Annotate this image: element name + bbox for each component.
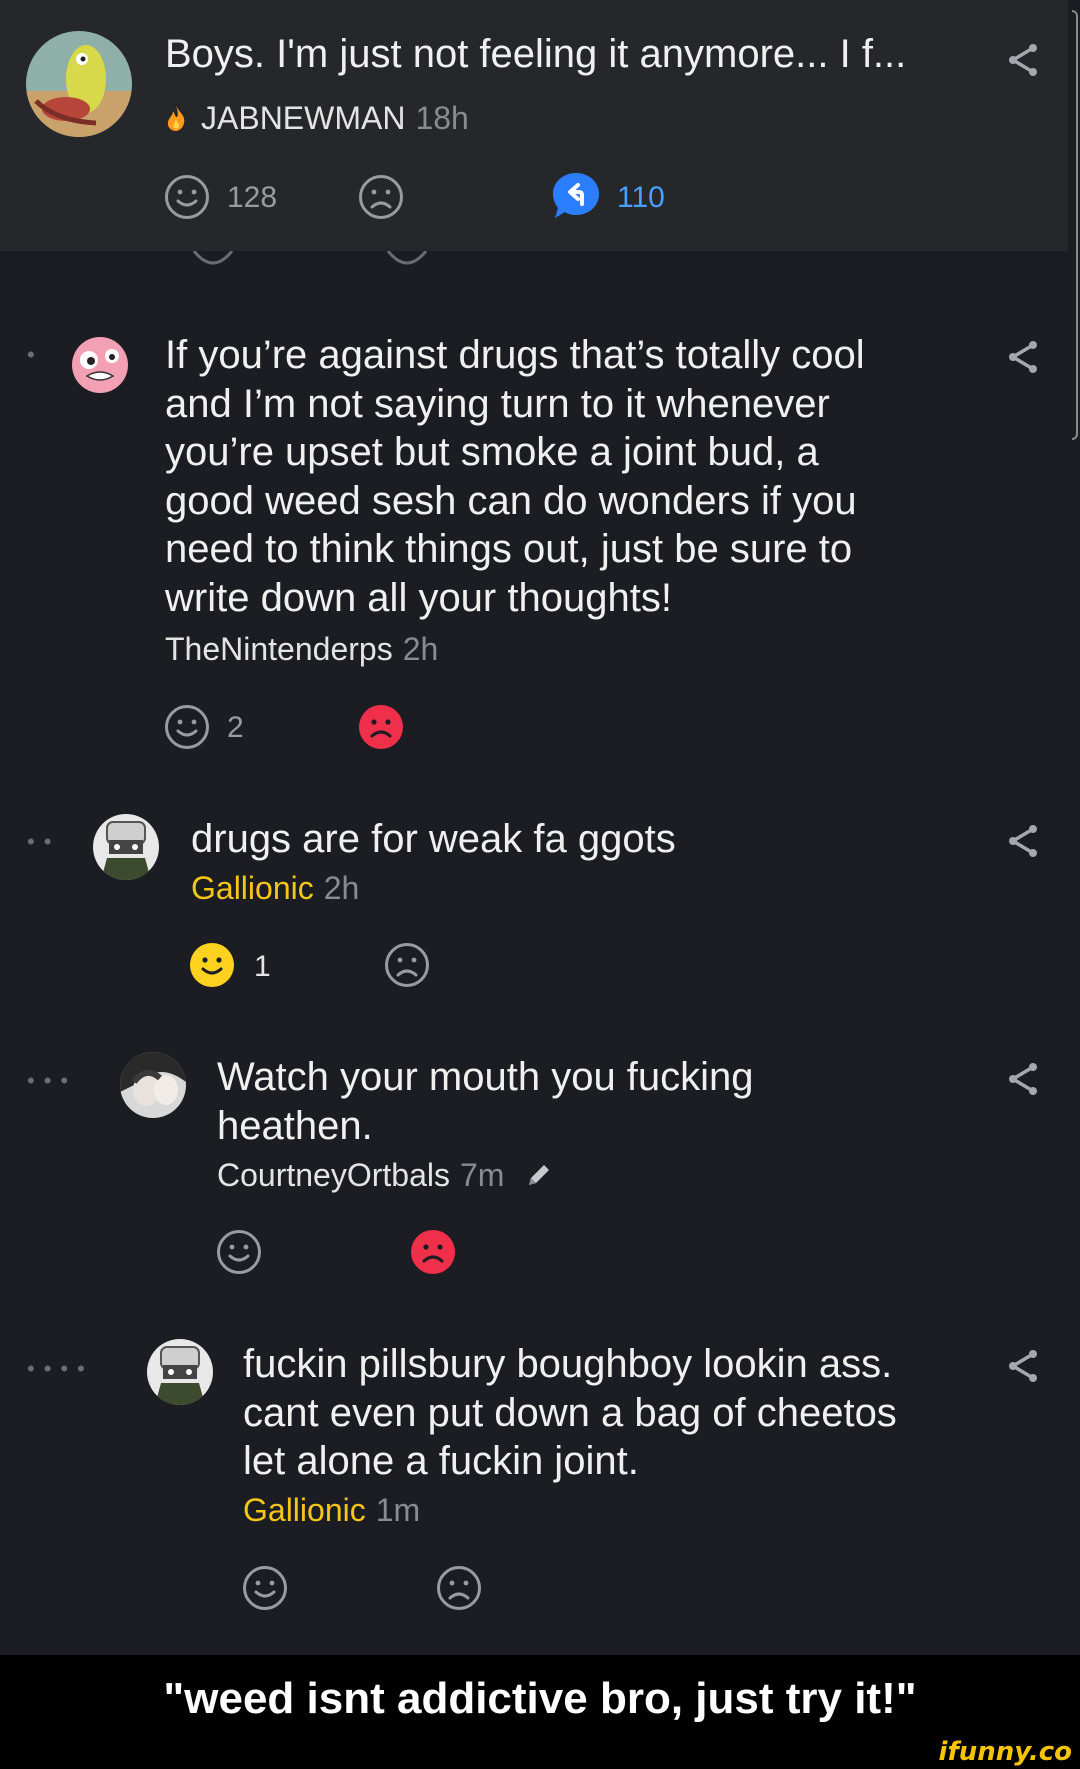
thread-depth-dots: •: [27, 342, 44, 367]
thread-depth-dots: ••: [27, 829, 61, 854]
comment-meta: TheNintenderps 2h: [165, 631, 438, 668]
hidden-smile-icon: [192, 251, 234, 265]
edit-pencil-icon: [529, 1165, 550, 1185]
meme-caption: "weed isnt addictive bro, just try it!": [163, 1674, 917, 1723]
smile-active-icon[interactable]: [189, 942, 235, 988]
share-icon[interactable]: [1006, 42, 1040, 78]
comment-time: 2h: [402, 631, 439, 667]
post-smile-count: 128: [227, 181, 278, 214]
fire-icon: [167, 105, 185, 131]
comment-line: Watch your mouth you fucking: [217, 1055, 754, 1099]
post-title[interactable]: Boys. I'm just not feeling it anymore...…: [165, 32, 906, 77]
post-meta: JABNEWMAN 18h: [165, 100, 469, 137]
post-author-avatar[interactable]: [26, 31, 132, 137]
smile-icon[interactable]: [164, 704, 210, 750]
comment-line: write down all your thoughts!: [165, 575, 672, 620]
comment-author[interactable]: CourtneyOrtbals: [217, 1157, 450, 1193]
comment-line: and I’m not saying turn to it whenever: [165, 381, 830, 426]
comment-text: fuckin pillsbury boughboy lookin ass. ca…: [243, 1340, 897, 1486]
smile-icon[interactable]: [164, 174, 210, 220]
comment-text: drugs are for weak fa ggots: [191, 815, 676, 864]
comment-author[interactable]: Gallionic: [243, 1492, 366, 1528]
scrollbar[interactable]: [1068, 0, 1080, 440]
frown-active-icon[interactable]: [358, 704, 404, 750]
share-icon[interactable]: [1006, 1061, 1040, 1097]
share-icon[interactable]: [1006, 1348, 1040, 1384]
comment-author[interactable]: Gallionic: [191, 870, 314, 906]
comment-meta: Gallionic 2h: [191, 870, 359, 907]
post-time: 18h: [415, 100, 469, 136]
watermark: ifunny.co: [938, 1737, 1072, 1767]
comment-text: Watch your mouth you fucking heathen.: [217, 1053, 754, 1150]
comment-line: you’re upset but smoke a joint bud, a: [165, 430, 819, 474]
comment-line: let alone a fuckin joint.: [243, 1439, 639, 1483]
comment-time: 1m: [375, 1492, 421, 1528]
scrollbar-thumb[interactable]: [1072, 10, 1078, 440]
comment-line: drugs are for weak fa ggots: [191, 817, 676, 861]
smile-icon[interactable]: [216, 1229, 262, 1275]
frown-icon[interactable]: [384, 942, 430, 988]
comment-avatar[interactable]: [67, 330, 133, 396]
comment-avatar[interactable]: [93, 814, 159, 880]
post-author[interactable]: JABNEWMAN: [201, 100, 405, 136]
comment-smile-count: 2: [227, 711, 244, 744]
comment-time: 2h: [323, 870, 360, 906]
comment-text: If you’re against drugs that’s totally c…: [165, 331, 865, 622]
frown-icon[interactable]: [358, 174, 404, 220]
comment-avatar[interactable]: [120, 1052, 186, 1118]
frown-active-icon[interactable]: [410, 1229, 456, 1275]
comment-time: 7m: [459, 1157, 505, 1193]
share-icon[interactable]: [1006, 339, 1040, 375]
thread-depth-dots: ••••: [27, 1356, 94, 1381]
comment-meta: CourtneyOrtbals 7m: [217, 1157, 553, 1194]
comment-meta: Gallionic 1m: [243, 1492, 420, 1529]
comment-author[interactable]: TheNintenderps: [165, 631, 393, 667]
comment-line: cant even put down a bag of cheetos: [243, 1390, 897, 1435]
comment-line: If you’re against drugs that’s totally c…: [165, 333, 865, 377]
frown-icon[interactable]: [436, 1565, 482, 1611]
smile-icon[interactable]: [242, 1565, 288, 1611]
comment-line: good weed sesh can do wonders if you: [165, 478, 857, 523]
comment-avatar[interactable]: [147, 1339, 213, 1405]
comment-line: heathen.: [217, 1103, 373, 1148]
comment-line: need to think things out, just be sure t…: [165, 527, 853, 571]
comment-smile-count: 1: [254, 950, 271, 983]
reply-icon[interactable]: [551, 171, 601, 221]
comment-line: fuckin pillsbury boughboy lookin ass.: [243, 1342, 893, 1386]
post-reply-count[interactable]: 110: [617, 181, 665, 215]
hidden-frown-icon: [386, 251, 428, 265]
share-icon[interactable]: [1006, 823, 1040, 859]
thread-depth-dots: •••: [27, 1068, 78, 1093]
